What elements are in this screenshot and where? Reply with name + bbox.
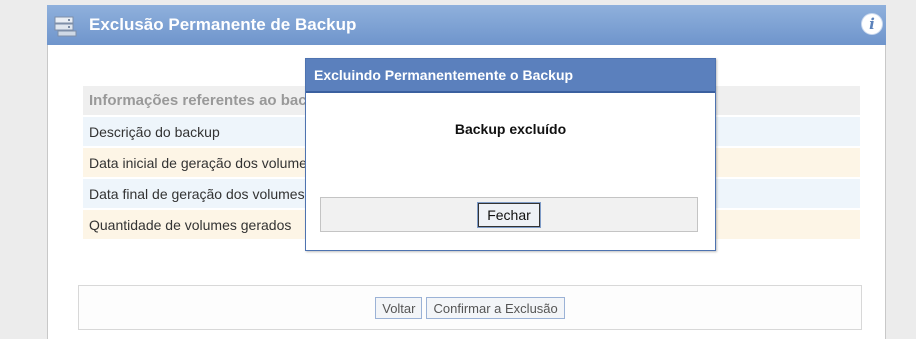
- page-title: Exclusão Permanente de Backup: [89, 15, 357, 34]
- info-icon[interactable]: i: [862, 14, 882, 34]
- back-button[interactable]: Voltar: [375, 296, 423, 319]
- dialog-actions: Fechar: [320, 197, 698, 232]
- delete-dialog: Excluindo Permanentemente o Backup Backu…: [305, 58, 716, 251]
- dialog-title[interactable]: Excluindo Permanentemente o Backup: [306, 59, 715, 93]
- action-bar: Voltar Confirmar a Exclusão: [78, 285, 862, 330]
- dialog-message: Backup excluído: [454, 121, 567, 137]
- title-bar: Exclusão Permanente de Backup i: [47, 5, 886, 45]
- confirm-delete-button[interactable]: Confirmar a Exclusão: [426, 296, 565, 319]
- close-button[interactable]: Fechar: [477, 201, 541, 228]
- backup-server-icon: [53, 12, 79, 38]
